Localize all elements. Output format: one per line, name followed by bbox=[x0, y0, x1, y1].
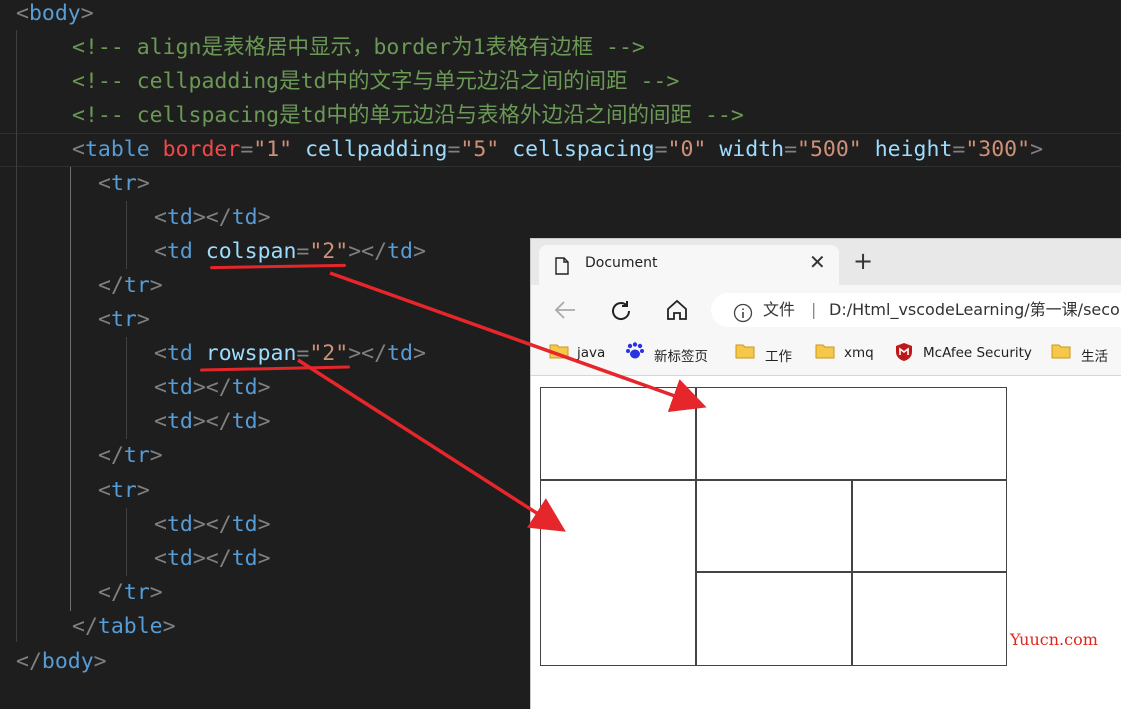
colspan-arrow bbox=[329, 271, 707, 413]
annotation-arrows bbox=[297, 271, 707, 532]
rowspan-arrow bbox=[297, 358, 566, 532]
watermark: Yuucn.com bbox=[1010, 630, 1098, 649]
